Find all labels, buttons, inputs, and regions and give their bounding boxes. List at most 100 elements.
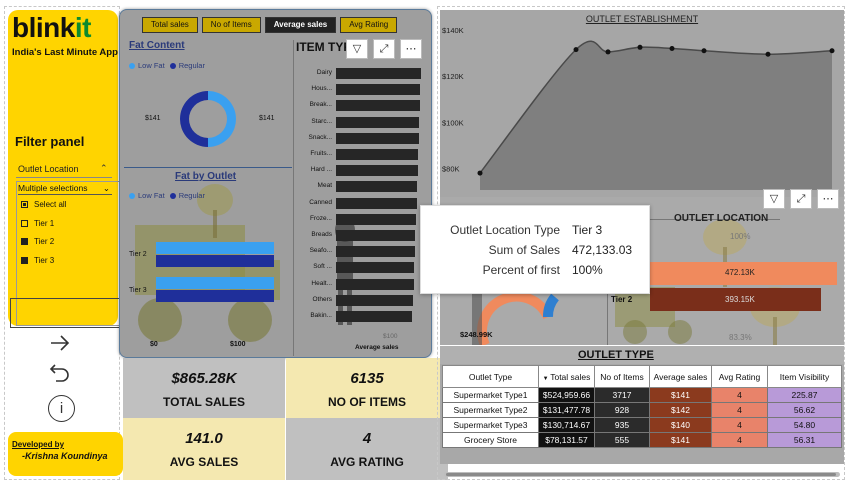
filter-panel-title: Filter panel (15, 134, 85, 149)
legend-dot-regular (169, 192, 176, 199)
table-cell: Supermarket Type3 (442, 417, 539, 433)
checkbox-checked-icon[interactable] (21, 238, 28, 245)
item-type-bar[interactable] (336, 149, 419, 160)
item-type-bar[interactable] (336, 181, 418, 193)
table-cell: 56.62 (767, 402, 842, 418)
column-header-outlet-type[interactable]: Outlet Type (442, 365, 539, 388)
item-type-bar[interactable] (336, 132, 419, 144)
column-header-no-of-items[interactable]: No of Items (594, 365, 650, 388)
tree-illustration (197, 184, 233, 238)
table-row[interactable]: Supermarket Type3 $130,714.67 935 $140 4 54.8… (442, 417, 842, 433)
tab-avg-rating[interactable]: Avg Rating (340, 17, 398, 33)
data-point[interactable] (669, 45, 675, 51)
legend-label: Regular (178, 61, 205, 70)
y-tick-label: $100K (442, 118, 464, 127)
y-tick-label: $120K (442, 72, 464, 81)
tab-no-of-items[interactable]: No of Items (201, 17, 261, 33)
item-type-category-label: Healt... (311, 279, 332, 287)
slicer-option-label: Tier 1 (34, 219, 55, 228)
data-point[interactable] (765, 51, 771, 57)
item-type-bar[interactable] (336, 100, 420, 112)
logo-accent-text: it (74, 12, 92, 43)
x-axis-label: Average sales (355, 344, 399, 351)
item-type-bar[interactable] (336, 262, 415, 274)
fat-outlet-bar-low-fat[interactable] (156, 242, 274, 254)
info-icon[interactable]: i (48, 395, 75, 422)
data-point[interactable] (829, 48, 835, 54)
data-point[interactable] (477, 170, 483, 176)
table-cell: 3717 (594, 387, 650, 403)
item-type-bar[interactable] (336, 84, 420, 96)
column-header-avg-rating[interactable]: Avg Rating (711, 365, 768, 388)
data-point[interactable] (605, 49, 611, 55)
checkbox-checked-icon[interactable] (21, 257, 28, 264)
table-cell: 4 (711, 387, 768, 403)
donut-slice-low-fat[interactable] (208, 91, 236, 147)
brand-logo: blinkit (12, 12, 91, 44)
item-type-bar[interactable] (336, 165, 418, 177)
kpi-card-total-sales: $865.28K TOTAL SALES (123, 358, 285, 420)
checkbox-empty-icon[interactable] (21, 220, 28, 227)
tier-category-label: Tier 2 (611, 295, 633, 304)
table-row[interactable]: Grocery Store $78,131.57 555 $141 4 56.31 (442, 432, 842, 448)
chevron-up-icon[interactable]: ⌃ (100, 163, 108, 174)
item-type-bar[interactable] (336, 294, 414, 306)
item-type-bar[interactable] (336, 278, 414, 290)
item-type-category-label: Soft ... (313, 263, 332, 271)
item-type-bar[interactable] (336, 116, 420, 128)
item-type-bar[interactable] (336, 197, 417, 209)
legend-label: Regular (178, 191, 205, 200)
more-options-icon[interactable]: ⋯ (817, 189, 839, 209)
table-cell: Grocery Store (442, 432, 539, 448)
table-row[interactable]: Supermarket Type2 $131,477.78 928 $142 4 56.6… (442, 402, 842, 418)
undo-icon[interactable] (48, 361, 72, 383)
item-type-bar[interactable] (336, 311, 413, 322)
more-options-icon[interactable]: ⋯ (400, 39, 422, 59)
table-row[interactable]: Supermarket Type1 $524,959.66 3717 $141 4 225… (442, 387, 842, 403)
item-type-bar[interactable] (336, 68, 422, 79)
fat-content-donut[interactable] (173, 84, 243, 154)
slicer-option-select-all[interactable]: Select all (21, 200, 66, 209)
data-point[interactable] (637, 44, 643, 50)
column-header-average-sales[interactable]: Average sales (649, 365, 712, 388)
fat-outlet-bar-regular[interactable] (156, 290, 274, 302)
data-point[interactable] (701, 48, 707, 54)
tab-total-sales[interactable]: Total sales (142, 17, 198, 33)
donut-slice-regular[interactable] (180, 91, 208, 147)
slicer-option-tier-2[interactable]: Tier 2 (21, 237, 54, 246)
table-cell: 4 (711, 417, 768, 433)
bar-data-label: 393.15K (725, 295, 755, 304)
tab-average-sales[interactable]: Average sales (264, 17, 337, 33)
item-type-category-label: Snack... (308, 133, 332, 141)
item-type-bar[interactable] (336, 213, 416, 225)
data-point[interactable] (573, 47, 579, 53)
slicer-option-tier-1[interactable]: Tier 1 (21, 219, 54, 228)
establishment-area[interactable] (480, 41, 832, 191)
column-header-item-visibility[interactable]: Item Visibility (767, 365, 842, 388)
item-type-category-label: Break... (309, 101, 332, 109)
filter-icon[interactable]: ▽ (763, 189, 785, 209)
column-header-total-sales[interactable]: ▼ Total sales (538, 365, 595, 388)
multiple-selections-dropdown[interactable]: Multiple selections ⌄ (18, 183, 112, 195)
outlet-location-slicer-label[interactable]: Outlet Location (18, 164, 79, 174)
slicer-option-tier-3[interactable]: Tier 3 (21, 256, 54, 265)
brand-tagline: India's Last Minute App (12, 47, 118, 58)
fat-outlet-bar-regular[interactable] (156, 255, 274, 267)
item-type-bar[interactable] (336, 246, 415, 258)
item-type-category-label: Hard ... (310, 166, 332, 174)
item-type-category-label: Canned (309, 198, 332, 206)
fat-outlet-bar-low-fat[interactable] (156, 277, 274, 289)
focus-mode-icon[interactable]: ⤢ (373, 39, 395, 59)
outlet-establishment-chart[interactable]: $140K$120K$100K$80K201220142016201820202… (440, 10, 844, 198)
visual-header-icons: ▽ ⤢ ⋯ (346, 39, 422, 59)
arrow-right-icon[interactable] (48, 333, 72, 353)
filter-icon[interactable]: ▽ (346, 39, 368, 59)
scrollbar-thumb[interactable] (446, 473, 836, 476)
x-tick-label: $0 (150, 341, 158, 348)
focus-mode-icon[interactable]: ⤢ (790, 189, 812, 209)
percent-bottom-label: 83.3% (729, 333, 752, 342)
item-type-bar[interactable] (336, 230, 416, 241)
checkbox-partial-icon[interactable] (21, 201, 28, 208)
kpi-card-avg-rating: 4 AVG RATING (286, 418, 448, 480)
item-type-category-label: Bakin... (310, 312, 332, 319)
